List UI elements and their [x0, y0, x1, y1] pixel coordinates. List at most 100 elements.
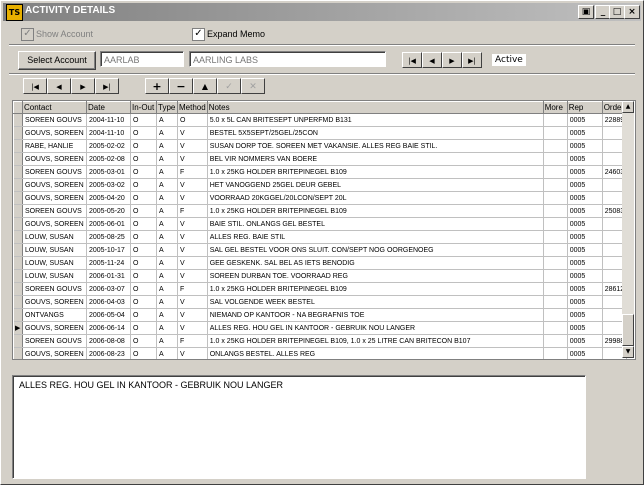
- first-record-button[interactable]: |◀: [23, 78, 47, 94]
- cell-method[interactable]: F: [177, 282, 208, 296]
- cell-in-out[interactable]: O: [130, 230, 157, 244]
- edit-record-button[interactable]: ▲: [193, 78, 217, 94]
- cell-contact[interactable]: LOUW, SUSAN: [22, 243, 87, 257]
- cell-in-out[interactable]: O: [130, 178, 157, 192]
- cell-rep[interactable]: 0005: [567, 139, 603, 153]
- cell-date[interactable]: 2005-11-24: [86, 256, 131, 270]
- table-row[interactable]: SOREEN GOUVS 2004-11-10 O A O 5.0 x 5L CAN BR…: [13, 113, 628, 127]
- cell-date[interactable]: 2006-03-07: [86, 282, 131, 296]
- title-bar[interactable]: TS ACTIVITY DETAILS ▣ _ □ ×: [3, 3, 641, 21]
- expand-memo-checkbox[interactable]: ✓: [192, 28, 205, 41]
- cell-type[interactable]: A: [156, 165, 178, 179]
- cell-in-out[interactable]: O: [130, 139, 157, 153]
- current-row-indicator-icon[interactable]: ▶: [13, 321, 23, 335]
- column-header-notes[interactable]: Notes: [206, 101, 544, 114]
- cell-method[interactable]: V: [177, 217, 208, 231]
- cell-more[interactable]: [543, 347, 568, 359]
- cell-date[interactable]: 2005-03-02: [86, 178, 131, 192]
- cell-notes[interactable]: NIEMAND OP KANTOOR - NA BEGRAFNIS TOE: [207, 308, 544, 322]
- cell-more[interactable]: [543, 217, 568, 231]
- cell-more[interactable]: [543, 230, 568, 244]
- cell-type[interactable]: A: [156, 321, 178, 335]
- cell-contact[interactable]: SOREEN GOUVS: [22, 204, 87, 218]
- cell-method[interactable]: V: [177, 256, 208, 270]
- cell-contact[interactable]: GOUVS, SOREEN: [22, 152, 87, 166]
- cell-more[interactable]: [543, 126, 568, 140]
- cell-rep[interactable]: 0005: [567, 269, 603, 283]
- first-account-button[interactable]: |◀: [402, 52, 422, 68]
- cell-contact[interactable]: GOUVS, SOREEN: [22, 126, 87, 140]
- cell-method[interactable]: V: [177, 126, 208, 140]
- cell-more[interactable]: [543, 282, 568, 296]
- cell-date[interactable]: 2005-02-08: [86, 152, 131, 166]
- cell-rep[interactable]: 0005: [567, 256, 603, 270]
- table-row[interactable]: GOUVS, SOREEN 2004-11-10 O A V BESTEL 5X5SEPT…: [13, 126, 628, 140]
- cell-notes[interactable]: BESTEL 5X5SEPT/25GEL/25CON: [207, 126, 544, 140]
- cell-date[interactable]: 2006-04-03: [86, 295, 131, 309]
- cell-method[interactable]: F: [177, 204, 208, 218]
- cell-contact[interactable]: GOUVS, SOREEN: [22, 321, 87, 335]
- cell-in-out[interactable]: O: [130, 282, 157, 296]
- cell-method[interactable]: V: [177, 295, 208, 309]
- delete-record-button[interactable]: −: [169, 78, 193, 94]
- cell-type[interactable]: A: [156, 217, 178, 231]
- column-header-method[interactable]: Method: [177, 101, 208, 114]
- cell-type[interactable]: A: [156, 126, 178, 140]
- post-record-button[interactable]: ✓: [217, 78, 241, 94]
- cell-method[interactable]: O: [177, 113, 208, 127]
- table-row[interactable]: RABE, HANLIE 2005-02-02 O A V SUSAN DORP TOE.…: [13, 139, 628, 153]
- cell-contact[interactable]: LOUW, SUSAN: [22, 230, 87, 244]
- cell-method[interactable]: V: [177, 269, 208, 283]
- cell-notes[interactable]: GEE GESKENK. SAL BEL AS IETS BENODIG: [207, 256, 544, 270]
- row-indicator[interactable]: [13, 347, 23, 359]
- cell-type[interactable]: A: [156, 152, 178, 166]
- cell-contact[interactable]: GOUVS, SOREEN: [22, 347, 87, 359]
- cell-more[interactable]: [543, 165, 568, 179]
- cell-more[interactable]: [543, 243, 568, 257]
- cell-date[interactable]: 2004-11-10: [86, 126, 131, 140]
- cell-type[interactable]: A: [156, 113, 178, 127]
- cell-method[interactable]: V: [177, 152, 208, 166]
- cell-in-out[interactable]: O: [130, 165, 157, 179]
- cell-method[interactable]: V: [177, 347, 208, 359]
- row-indicator[interactable]: [13, 139, 23, 153]
- cell-notes[interactable]: HET VANOGGEND 25GEL DEUR GEBEL: [207, 178, 544, 192]
- cell-method[interactable]: V: [177, 230, 208, 244]
- row-indicator[interactable]: [13, 256, 23, 270]
- cell-contact[interactable]: GOUVS, SOREEN: [22, 178, 87, 192]
- account-name-field[interactable]: AARLING LABS: [189, 51, 386, 67]
- cell-type[interactable]: A: [156, 230, 178, 244]
- cell-rep[interactable]: 0005: [567, 191, 603, 205]
- cell-date[interactable]: 2005-10-17: [86, 243, 131, 257]
- cell-contact[interactable]: ONTVANGS: [22, 308, 87, 322]
- cell-date[interactable]: 2005-03-01: [86, 165, 131, 179]
- cell-in-out[interactable]: O: [130, 191, 157, 205]
- cell-notes[interactable]: ALLES REG. HOU GEL IN KANTOOR - GEBRUIK …: [207, 321, 544, 335]
- table-row[interactable]: SOREEN GOUVS 2006-08-08 O A F 1.0 x 25KG HOLD…: [13, 334, 628, 348]
- cell-notes[interactable]: BAIE STIL. ONLANGS GEL BESTEL: [207, 217, 544, 231]
- table-row[interactable]: GOUVS, SOREEN 2005-04-20 O A V VOORRAAD 20KGG…: [13, 191, 628, 205]
- cell-type[interactable]: A: [156, 295, 178, 309]
- previous-record-button[interactable]: ◀: [47, 78, 71, 94]
- cell-in-out[interactable]: O: [130, 126, 157, 140]
- cell-in-out[interactable]: O: [130, 113, 157, 127]
- table-row[interactable]: GOUVS, SOREEN 2006-04-03 O A V SAL VOLGENDE W…: [13, 295, 628, 309]
- show-account-checkbox[interactable]: ✓: [21, 28, 34, 41]
- column-header-contact[interactable]: Contact: [22, 101, 87, 114]
- cell-more[interactable]: [543, 204, 568, 218]
- cell-notes[interactable]: SAL VOLGENDE WEEK BESTEL: [207, 295, 544, 309]
- scroll-up-icon[interactable]: ▲: [622, 101, 634, 113]
- cell-contact[interactable]: SOREEN GOUVS: [22, 282, 87, 296]
- row-indicator[interactable]: [13, 152, 23, 166]
- cell-more[interactable]: [543, 269, 568, 283]
- cell-method[interactable]: F: [177, 165, 208, 179]
- cell-more[interactable]: [543, 191, 568, 205]
- account-code-field[interactable]: AARLAB: [100, 51, 184, 67]
- cell-rep[interactable]: 0005: [567, 295, 603, 309]
- cell-type[interactable]: A: [156, 334, 178, 348]
- row-indicator[interactable]: [13, 269, 23, 283]
- row-indicator[interactable]: [13, 295, 23, 309]
- cell-rep[interactable]: 0005: [567, 217, 603, 231]
- cell-rep[interactable]: 0005: [567, 152, 603, 166]
- scroll-thumb[interactable]: [622, 314, 634, 346]
